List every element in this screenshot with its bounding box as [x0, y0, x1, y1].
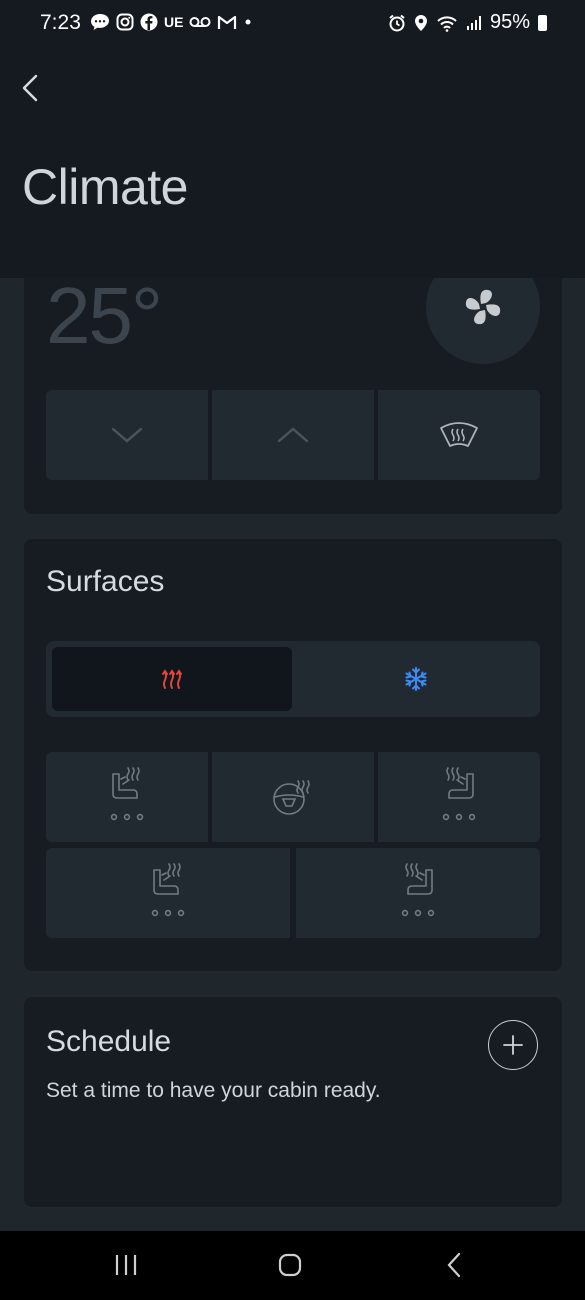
- nav-back-button[interactable]: [434, 1249, 474, 1281]
- climate-controls: [46, 390, 540, 480]
- steering-wheel-heat-icon: [273, 780, 310, 815]
- recent-apps-button[interactable]: [106, 1249, 146, 1281]
- surfaces-title: Surfaces: [46, 565, 165, 598]
- passenger-seat-heat-button[interactable]: [378, 752, 540, 842]
- chat-icon: [90, 13, 110, 31]
- system-nav-bar: [0, 1231, 585, 1300]
- status-bar: 7:23 UE 95%: [0, 0, 585, 50]
- schedule-title: Schedule: [46, 1025, 172, 1058]
- temperature-up-button[interactable]: [212, 390, 374, 480]
- driver-seat-heat-button[interactable]: [46, 752, 208, 842]
- schedule-card: Schedule Set a time to have your cabin r…: [24, 997, 562, 1207]
- windshield-defrost-icon: [440, 422, 478, 447]
- recent-apps-icon: [115, 1255, 137, 1275]
- voicemail-icon: [189, 16, 211, 28]
- chevron-left-icon: [22, 74, 38, 102]
- gmail-icon: [217, 14, 237, 30]
- temperature-down-button[interactable]: [46, 390, 208, 480]
- location-icon: [414, 14, 428, 32]
- dot-icon: [243, 17, 253, 27]
- defrost-button[interactable]: [378, 390, 540, 480]
- seat-heat-icon: [442, 767, 476, 821]
- rear-surfaces: [46, 848, 540, 938]
- status-time: 7:23: [40, 11, 81, 34]
- home-button[interactable]: [270, 1249, 310, 1281]
- rear-left-seat-heat-button[interactable]: [46, 848, 290, 938]
- system-icons: 95%: [388, 11, 547, 34]
- rear-right-seat-heat-button[interactable]: [296, 848, 540, 938]
- seat-heat-icon: [110, 767, 144, 821]
- seat-heat-icon: [151, 863, 185, 917]
- home-icon: [278, 1253, 302, 1277]
- front-surfaces: [46, 752, 540, 842]
- battery-percent: 95%: [489, 11, 530, 33]
- wifi-icon: [436, 14, 458, 32]
- add-schedule-button[interactable]: [488, 1020, 538, 1070]
- seat-heat-icon: [401, 863, 435, 917]
- back-button[interactable]: [16, 70, 48, 106]
- facebook-icon: [140, 13, 158, 31]
- schedule-subtitle: Set a time to have your cabin ready.: [46, 1079, 381, 1102]
- alarm-icon: [388, 14, 406, 32]
- surface-mode-toggle: [46, 641, 540, 717]
- battery-icon: [538, 14, 547, 31]
- plus-icon: [503, 1035, 523, 1055]
- heat-mode-button[interactable]: [52, 647, 292, 711]
- temperature-readout: 25°: [46, 271, 163, 360]
- cool-mode-button[interactable]: [296, 647, 536, 711]
- chevron-down-icon: [111, 427, 143, 443]
- chevron-up-icon: [277, 427, 309, 443]
- instagram-icon: [116, 13, 134, 31]
- snowflake-icon: [405, 667, 427, 691]
- back-arrow-icon: [447, 1252, 461, 1278]
- steering-wheel-heat-button[interactable]: [212, 752, 374, 842]
- heat-icon: [162, 669, 182, 689]
- app-header: Climate: [0, 50, 585, 278]
- climate-card: 25°: [24, 240, 562, 514]
- notification-icons: UE: [90, 13, 253, 31]
- ue-icon: UE: [164, 14, 184, 30]
- surfaces-card: Surfaces: [24, 539, 562, 971]
- signal-icon: [466, 15, 482, 31]
- page-title: Climate: [22, 159, 188, 215]
